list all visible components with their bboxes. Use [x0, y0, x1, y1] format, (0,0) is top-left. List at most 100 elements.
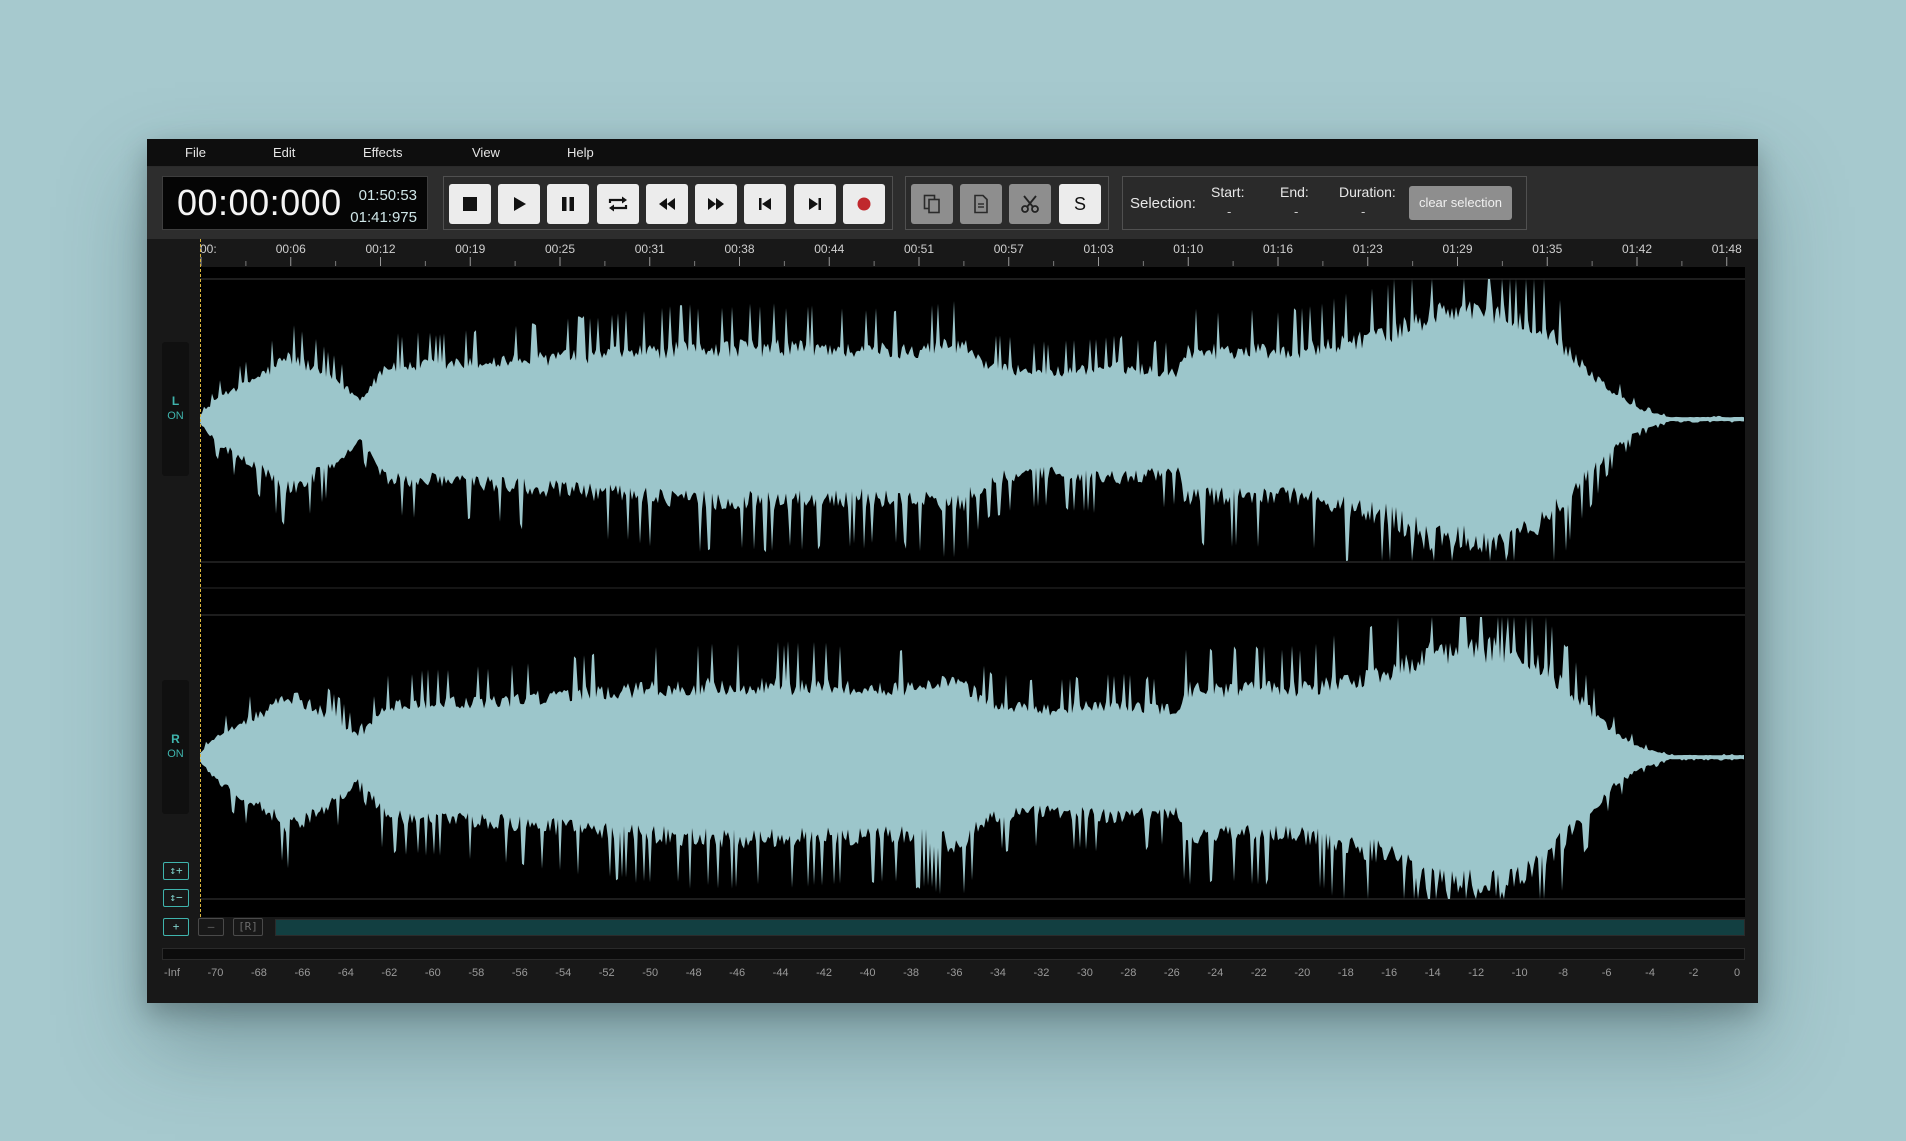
vertical-zoom-out-button[interactable]: ↕−	[163, 889, 189, 907]
skip-to-end-button[interactable]	[794, 184, 836, 224]
timeline-tick-label: 01:10	[1173, 242, 1203, 256]
selection-duration-label: Duration:	[1339, 184, 1396, 200]
secondary-time: 01:41:975	[350, 209, 417, 226]
meter-scale-label: -60	[424, 967, 441, 979]
fast-forward-icon	[708, 198, 724, 210]
channel-left-toggle[interactable]: L ON	[162, 342, 189, 476]
total-time: 01:50:53	[358, 187, 417, 204]
pause-icon	[562, 197, 574, 211]
waveform-left-channel	[200, 279, 1744, 561]
timeline-ruler[interactable]: 00: 00:06 00:12 00:19 00:25 00:31 00:38 00:44 00…	[200, 239, 1745, 267]
channel-left-state: ON	[167, 410, 184, 422]
skip-start-icon	[759, 198, 771, 210]
meter-scale-label: -64	[337, 967, 354, 979]
meter-scale-label: -34	[990, 967, 1006, 979]
timeline-tick-label: 00:38	[724, 242, 754, 256]
s-button[interactable]: S	[1059, 184, 1101, 224]
playhead[interactable]	[200, 239, 201, 917]
level-meter-scale: -Inf -70 -68 -66 -64 -62 -60 -58 -56 -54 -52 -50 -48…	[162, 965, 1745, 985]
play-button[interactable]	[498, 184, 540, 224]
edit-tools: S	[905, 176, 1109, 230]
menu-view[interactable]: View	[472, 139, 500, 166]
selection-end-value: -	[1294, 204, 1299, 219]
meter-scale-label: -58	[468, 967, 485, 979]
meter-scale-label: -36	[946, 967, 963, 979]
pause-button[interactable]	[547, 184, 589, 224]
menu-file[interactable]: File	[185, 139, 206, 166]
meter-scale-label: -68	[250, 967, 267, 979]
selection-label: Selection:	[1130, 195, 1196, 212]
channel-right-toggle[interactable]: R ON	[162, 680, 189, 814]
menu-edit[interactable]: Edit	[273, 139, 295, 166]
waveform-area[interactable]	[200, 267, 1745, 917]
copy-button[interactable]	[911, 184, 953, 224]
timeline-tick-label: 01:29	[1442, 242, 1472, 256]
menu-help[interactable]: Help	[567, 139, 594, 166]
current-time: 00:00:000	[177, 182, 342, 223]
record-button[interactable]	[843, 184, 885, 224]
selection-start-label: Start:	[1211, 184, 1245, 200]
meter-scale-label: 0	[1733, 967, 1741, 979]
meter-scale-label: -10	[1511, 967, 1528, 979]
meter-scale-label: -4	[1645, 967, 1655, 979]
fast-forward-button[interactable]	[695, 184, 737, 224]
timeline-ticks: 00: 00:06 00:12 00:19 00:25 00:31 00:38 00:44 00…	[200, 242, 1742, 266]
timeline-tick-label: 00:44	[814, 242, 844, 256]
channel-right-state: ON	[167, 748, 184, 760]
meter-scale-label: -20	[1294, 967, 1311, 979]
loop-icon	[608, 196, 628, 212]
timeline-tick-label: 00:19	[455, 242, 485, 256]
level-meter	[162, 948, 1745, 960]
skip-to-start-button[interactable]	[744, 184, 786, 224]
stop-button[interactable]	[449, 184, 491, 224]
meter-scale-label: -44	[772, 967, 789, 979]
vertical-zoom-in-button[interactable]: ↕+	[163, 862, 189, 880]
meter-scale-label: -14	[1424, 967, 1441, 979]
timeline-tick-label: 00:25	[545, 242, 575, 256]
play-icon	[514, 197, 526, 211]
channel-right-name: R	[171, 732, 180, 746]
selection-panel: Selection: Start: - End: - Duration: - c…	[1122, 176, 1527, 230]
horizontal-zoom-out-button[interactable]: –	[198, 918, 224, 936]
loop-button[interactable]	[597, 184, 639, 224]
transport-controls	[443, 176, 893, 230]
timeline-tick-label: 01:42	[1622, 242, 1652, 256]
meter-scale-label: -12	[1468, 967, 1485, 979]
skip-end-icon	[809, 198, 821, 210]
timeline-tick-label: 01:48	[1712, 242, 1742, 256]
meter-scale-label: -70	[207, 967, 224, 979]
scissors-icon	[1021, 195, 1039, 213]
audio-editor-window: File Edit Effects View Help 00:00:000 01…	[147, 139, 1758, 1003]
cut-button[interactable]	[1009, 184, 1051, 224]
meter-scale-label: -2	[1688, 967, 1699, 979]
copy-icon	[923, 194, 940, 214]
timeline-tick-label: 00:51	[904, 242, 934, 256]
timeline-tick-label: 00:31	[635, 242, 665, 256]
timeline-tick-label: 01:03	[1083, 242, 1113, 256]
timeline-tick-label: 00:	[200, 242, 217, 256]
horizontal-scrollbar[interactable]	[275, 919, 1745, 936]
timeline-tick-label: 01:16	[1263, 242, 1293, 256]
meter-scale-label: -50	[642, 967, 659, 979]
paste-icon	[974, 194, 988, 214]
meter-scale-label: -16	[1381, 967, 1398, 979]
timeline-tick-label: 01:35	[1532, 242, 1562, 256]
paste-button[interactable]	[960, 184, 1002, 224]
meter-scale-label: -26	[1163, 967, 1180, 979]
meter-scale-label: -52	[598, 967, 615, 979]
selection-start-value: -	[1227, 204, 1232, 219]
menu-effects[interactable]: Effects	[363, 139, 403, 166]
rewind-button[interactable]	[646, 184, 688, 224]
meter-scale-label: -Inf	[164, 967, 180, 979]
meter-scale-label: -38	[903, 967, 919, 979]
time-display: 00:00:000 01:50:53 01:41:975	[162, 176, 428, 230]
timeline-tick-label: 00:06	[276, 242, 306, 256]
reset-zoom-button[interactable]: [R]	[233, 918, 263, 936]
meter-scale-label: -18	[1337, 967, 1354, 979]
clear-selection-button[interactable]: clear selection	[1409, 186, 1512, 220]
waveform-canvas[interactable]	[200, 267, 1745, 917]
timeline-tick-label: 00:12	[365, 242, 395, 256]
horizontal-zoom-in-button[interactable]: +	[163, 918, 189, 936]
selection-duration-value: -	[1361, 204, 1366, 219]
waveform-right-channel	[200, 617, 1744, 899]
